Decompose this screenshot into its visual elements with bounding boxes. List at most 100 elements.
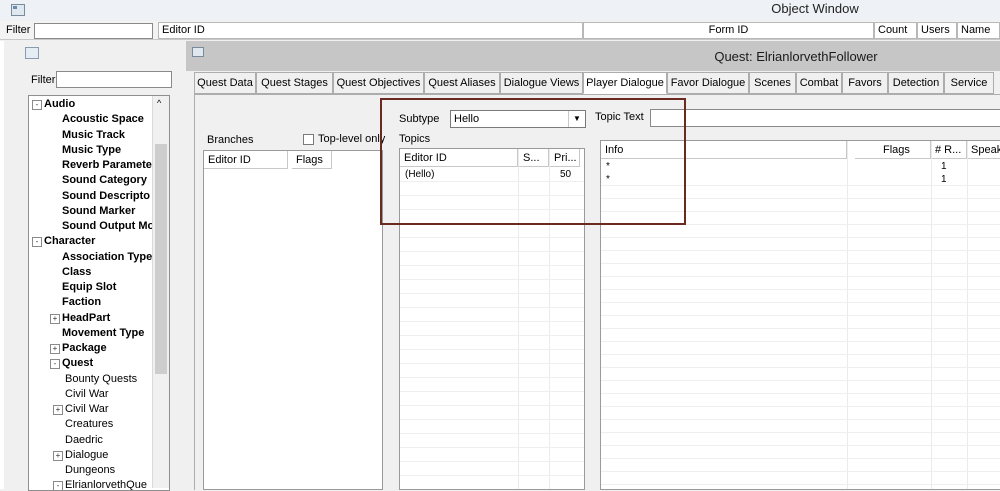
tree-scrollbar-thumb[interactable] [155,144,167,374]
minus-icon[interactable]: - [53,481,63,490]
row-gridline [601,419,1000,420]
row-gridline [400,251,584,252]
tree-item[interactable]: Dialogue [65,448,108,463]
row-gridline [601,276,1000,277]
column-header-count[interactable]: Count [874,22,917,39]
tree-item[interactable]: Civil War [65,402,109,417]
row-gridline [601,380,1000,381]
plus-icon[interactable]: + [53,405,63,415]
scroll-up-arrow-icon[interactable]: ^ [157,98,161,108]
tree-item[interactable]: Equip Slot [62,280,116,295]
tree-filter-label: Filter [31,74,56,86]
tree-item[interactable]: Dungeons [65,463,115,478]
info-col-flags[interactable]: Flags [855,141,931,159]
tree-item[interactable]: Music Track [62,128,125,143]
column-header-editor-id[interactable]: Editor ID [158,22,583,39]
info-col-r[interactable]: # R... [931,141,967,159]
row-gridline [601,458,1000,459]
row-gridline [601,367,1000,368]
row-gridline [601,289,1000,290]
highlight-box [380,98,686,225]
branches-col-flags[interactable]: Flags [292,151,332,169]
row-gridline [601,237,1000,238]
quest-window-title: Quest: ElrianlorvethFollower [714,49,878,64]
quest-title-bar: Quest: ElrianlorvethFollower [186,41,1000,71]
tree-item[interactable]: Character [44,234,95,249]
object-list-header-row: Filter Editor ID Form ID Count Users Nam… [0,21,1000,40]
row-gridline [601,406,1000,407]
tree-item[interactable]: Sound Category [62,173,147,188]
row-gridline [400,447,584,448]
column-header-name[interactable]: Name [957,22,1000,39]
tree-item[interactable]: HeadPart [62,311,110,326]
tree-item[interactable]: Class [62,265,91,280]
tab-quest-objectives[interactable]: Quest Objectives [333,72,424,94]
minus-icon[interactable]: - [50,359,60,370]
tab-dialogue-views[interactable]: Dialogue Views [500,72,583,94]
tree-item[interactable]: Bounty Quests [65,372,137,387]
topic-text-input[interactable] [650,109,1000,127]
tab-favor-dialogue[interactable]: Favor Dialogue [667,72,749,94]
top-level-only-checkbox[interactable] [303,134,314,145]
tree-item[interactable]: Creatures [65,417,113,432]
tree-item[interactable]: Acoustic Space [62,112,144,127]
tab-quest-data[interactable]: Quest Data [194,72,256,94]
row-gridline [601,471,1000,472]
tree-item[interactable]: Audio [44,97,75,112]
info-col-speak[interactable]: Speak [967,141,1000,159]
tree-item[interactable]: Civil War [65,387,109,402]
tab-player-dialogue[interactable]: Player Dialogue [583,72,667,94]
plus-icon[interactable]: + [53,450,63,461]
tab-combat[interactable]: Combat [796,72,842,94]
child-window-icon [25,47,39,59]
tree-item[interactable]: Package [62,341,107,356]
tab-service[interactable]: Service [944,72,994,94]
row-gridline [400,405,584,406]
plus-icon[interactable]: + [50,313,60,324]
column-header-form-id[interactable]: Form ID [583,22,874,39]
row-gridline [400,293,584,294]
row-gridline [400,265,584,266]
row-gridline [400,433,584,434]
tree-item[interactable]: Association Type [62,250,152,265]
tree-filter-input[interactable] [56,71,172,88]
column-header-users[interactable]: Users [917,22,957,39]
row-gridline [400,307,584,308]
tree-item[interactable]: Sound Marker [62,204,135,219]
tab-favors[interactable]: Favors [842,72,888,94]
row-gridline [601,341,1000,342]
row-gridline [400,237,584,238]
plus-icon[interactable]: + [50,344,60,354]
tree-item[interactable]: ElrianlorvethQue [65,478,147,490]
row-gridline [601,315,1000,316]
tab-detection[interactable]: Detection [888,72,944,94]
tree-item[interactable]: Quest [62,356,93,371]
quest-window-icon [192,47,204,57]
category-tree[interactable]: - Audio Acoustic Space Music Track Music Typ… [28,95,170,491]
tree-item[interactable]: Sound Descripto [62,189,150,204]
tab-quest-aliases[interactable]: Quest Aliases [424,72,500,94]
tab-quest-stages[interactable]: Quest Stages [256,72,333,94]
filter-input[interactable] [34,23,153,39]
info-response-count: 1 [941,161,947,172]
branches-list[interactable]: Editor ID Flags [203,150,383,490]
tree-item[interactable]: Daedric [65,433,103,448]
minus-icon[interactable]: - [32,100,42,110]
row-gridline [400,419,584,420]
tree-item[interactable]: Reverb Paramete [62,158,152,173]
row-gridline [400,377,584,378]
tree-item[interactable]: Movement Type [62,326,144,341]
window-title-bar: Object Window [0,0,1000,20]
tab-scenes[interactable]: Scenes [749,72,796,94]
tree-scrollbar[interactable]: ^ [152,96,169,488]
tree-item[interactable]: Sound Output Mo [62,219,154,234]
minus-icon[interactable]: - [32,237,42,248]
tree-item[interactable]: Music Type [62,143,121,158]
row-gridline [400,391,584,392]
tree-item[interactable]: Faction [62,295,101,310]
row-gridline [400,461,584,462]
app-icon [11,4,25,16]
row-gridline [601,250,1000,251]
row-gridline [601,328,1000,329]
branches-col-editor-id[interactable]: Editor ID [204,151,288,169]
